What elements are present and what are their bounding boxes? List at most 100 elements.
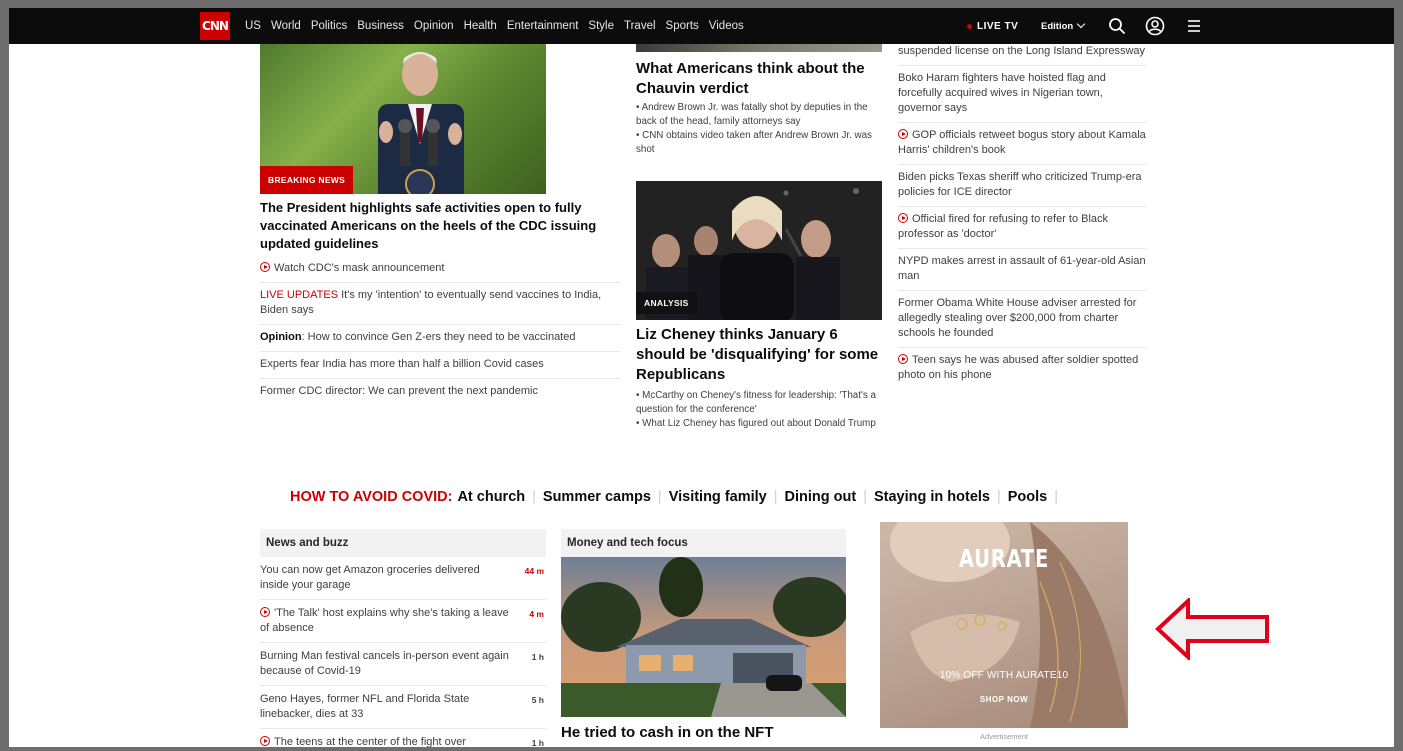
list-item-text: GOP officials retweet bogus story about … (898, 129, 1146, 156)
video-play-icon (260, 262, 270, 272)
covid-topic-label[interactable]: HOW TO AVOID COVID: (290, 489, 452, 505)
separator: | (532, 489, 536, 505)
ad-brand-logo: AURATE (958, 544, 1050, 573)
account-icon[interactable] (1145, 16, 1165, 36)
top-navigation-bar: CNN US World Politics Business Opinion H… (9, 8, 1394, 44)
edition-dropdown[interactable]: Edition (1041, 8, 1086, 44)
money-tech-section: Money and tech focus He tried to cash in… (561, 529, 846, 743)
nav-link-us[interactable]: US (245, 20, 261, 32)
list-item[interactable]: suspended license on the Long Island Exp… (898, 44, 1146, 66)
timestamp: 1 h (531, 738, 544, 747)
list-item[interactable]: Experts fear India has more than half a … (260, 352, 620, 379)
buzz-item-text: Geno Hayes, former NFL and Florida State… (260, 693, 470, 720)
list-item-text: Experts fear India has more than half a … (260, 358, 544, 370)
nav-link-politics[interactable]: Politics (311, 20, 347, 32)
list-item[interactable]: Official fired for refusing to refer to … (898, 207, 1146, 249)
bullet-link[interactable]: • CNN obtains video taken after Andrew B… (636, 129, 884, 157)
video-play-icon (260, 736, 270, 746)
list-item[interactable]: Boko Haram fighters have hoisted flag an… (898, 66, 1146, 123)
covid-topics-bar: HOW TO AVOID COVID: At church | Summer ca… (290, 486, 1065, 508)
bullet-link[interactable]: • Andrew Brown Jr. was fatally shot by d… (636, 101, 884, 129)
ad-shop-now-button[interactable]: SHOP NOW (974, 692, 1034, 708)
house-image[interactable] (561, 557, 846, 717)
buzz-item[interactable]: The teens at the center of the fight ove… (260, 729, 546, 747)
nav-link-health[interactable]: Health (464, 20, 497, 32)
right-headline-list: suspended license on the Long Island Exp… (898, 44, 1146, 389)
buzz-item-text: 'The Talk' host explains why she's takin… (260, 607, 509, 634)
list-item-text: Watch CDC's mask announcement (274, 262, 445, 274)
nav-link-entertainment[interactable]: Entertainment (507, 20, 579, 32)
live-tv-link[interactable]: LIVE TV (967, 8, 1018, 44)
nav-link-business[interactable]: Business (357, 20, 404, 32)
cheney-headline[interactable]: Liz Cheney thinks January 6 should be 'd… (636, 325, 882, 385)
hero-headline[interactable]: The President highlights safe activities… (260, 199, 620, 253)
live-dot-icon (967, 23, 972, 29)
buzz-item[interactable]: You can now get Amazon groceries deliver… (260, 557, 546, 600)
aurate-advertisement[interactable]: AURATE 10% OFF WITH AURATE10 SHOP NOW (880, 522, 1128, 728)
left-arrow-annotation-icon (1155, 598, 1269, 660)
covid-link-hotels[interactable]: Staying in hotels (874, 489, 990, 505)
buzz-item-body: The teens at the center of the fight ove… (260, 735, 510, 747)
left-related-list: Watch CDC's mask announcement LIVE UPDAT… (260, 256, 620, 405)
list-item[interactable]: Former CDC director: We can prevent the … (260, 379, 620, 405)
list-item-text: Former Obama White House adviser arreste… (898, 297, 1137, 339)
covid-link-visiting-family[interactable]: Visiting family (669, 489, 767, 505)
covid-link-church[interactable]: At church (457, 489, 525, 505)
hamburger-menu-icon[interactable] (1184, 16, 1204, 36)
list-item[interactable]: Former Obama White House adviser arreste… (898, 291, 1146, 348)
president-figure-illustration (378, 52, 464, 194)
chauvin-headline[interactable]: What Americans think about the Chauvin v… (636, 59, 882, 99)
timestamp: 44 m (524, 566, 544, 576)
section-header: Money and tech focus (561, 529, 846, 557)
list-item[interactable]: GOP officials retweet bogus story about … (898, 123, 1146, 165)
opinion-tag: Opinion (260, 331, 302, 343)
search-icon[interactable] (1107, 16, 1127, 36)
ad-offer-text: 10% OFF WITH AURATE10 (939, 670, 1069, 681)
buzz-item-body: 'The Talk' host explains why she's takin… (260, 606, 510, 636)
separator: | (996, 489, 1001, 505)
chauvin-bullets: • Andrew Brown Jr. was fatally shot by d… (636, 101, 884, 157)
buzz-item[interactable]: Geno Hayes, former NFL and Florida State… (260, 686, 546, 729)
cheney-bullets: • McCarthy on Cheney's fitness for leade… (636, 389, 884, 431)
list-item-text: Teen says he was abused after soldier sp… (898, 354, 1139, 381)
nav-link-travel[interactable]: Travel (624, 20, 656, 32)
list-item[interactable]: Teen says he was abused after soldier sp… (898, 348, 1146, 389)
separator: | (773, 489, 778, 505)
buzz-item-text: Burning Man festival cancels in-person e… (260, 650, 509, 677)
list-item[interactable]: Biden picks Texas sheriff who criticized… (898, 165, 1146, 207)
breaking-news-badge: BREAKING NEWS (260, 166, 354, 194)
list-item[interactable]: NYPD makes arrest in assault of 61-year-… (898, 249, 1146, 291)
live-tv-label: LIVE TV (977, 20, 1019, 32)
list-item-text: suspended license on the Long Island Exp… (898, 45, 1146, 57)
covid-link-dining-out[interactable]: Dining out (785, 489, 857, 505)
advertisement-label: Advertisement (980, 732, 1028, 741)
edition-label: Edition (1041, 20, 1074, 32)
live-updates-tag: LIVE UPDATES (260, 289, 339, 301)
bullet-link[interactable]: • What Liz Cheney has figured out about … (636, 417, 884, 431)
nav-link-videos[interactable]: Videos (709, 20, 744, 32)
list-item[interactable]: Opinion: How to convince Gen Z-ers they … (260, 325, 620, 352)
nav-links: US World Politics Business Opinion Healt… (245, 8, 744, 44)
list-item[interactable]: Watch CDC's mask announcement (260, 256, 620, 283)
separator: | (657, 489, 662, 505)
nav-link-style[interactable]: Style (588, 20, 614, 32)
nav-link-sports[interactable]: Sports (666, 20, 699, 32)
timestamp: 1 h (531, 652, 544, 662)
nft-headline[interactable]: He tried to cash in on the NFT (561, 723, 846, 743)
covid-link-summer-camps[interactable]: Summer camps (543, 489, 651, 505)
buzz-item[interactable]: 'The Talk' host explains why she's takin… (260, 600, 546, 643)
covid-link-pools[interactable]: Pools (1008, 489, 1047, 505)
nav-link-world[interactable]: World (271, 20, 301, 32)
list-item[interactable]: LIVE UPDATES It's my 'intention' to even… (260, 283, 620, 325)
list-item-text: NYPD makes arrest in assault of 61-year-… (898, 255, 1146, 282)
chauvin-image-cropped[interactable] (636, 44, 882, 52)
cnn-logo[interactable]: CNN (200, 12, 230, 40)
buzz-item[interactable]: Burning Man festival cancels in-person e… (260, 643, 546, 686)
nav-link-opinion[interactable]: Opinion (414, 20, 454, 32)
buzz-item-text: You can now get Amazon groceries deliver… (260, 564, 480, 591)
list-item-text: Former CDC director: We can prevent the … (260, 385, 538, 397)
separator: | (1054, 489, 1059, 505)
list-item-text: Official fired for refusing to refer to … (898, 213, 1109, 240)
bullet-link[interactable]: • McCarthy on Cheney's fitness for leade… (636, 389, 884, 417)
list-item-text: Boko Haram fighters have hoisted flag an… (898, 72, 1106, 114)
